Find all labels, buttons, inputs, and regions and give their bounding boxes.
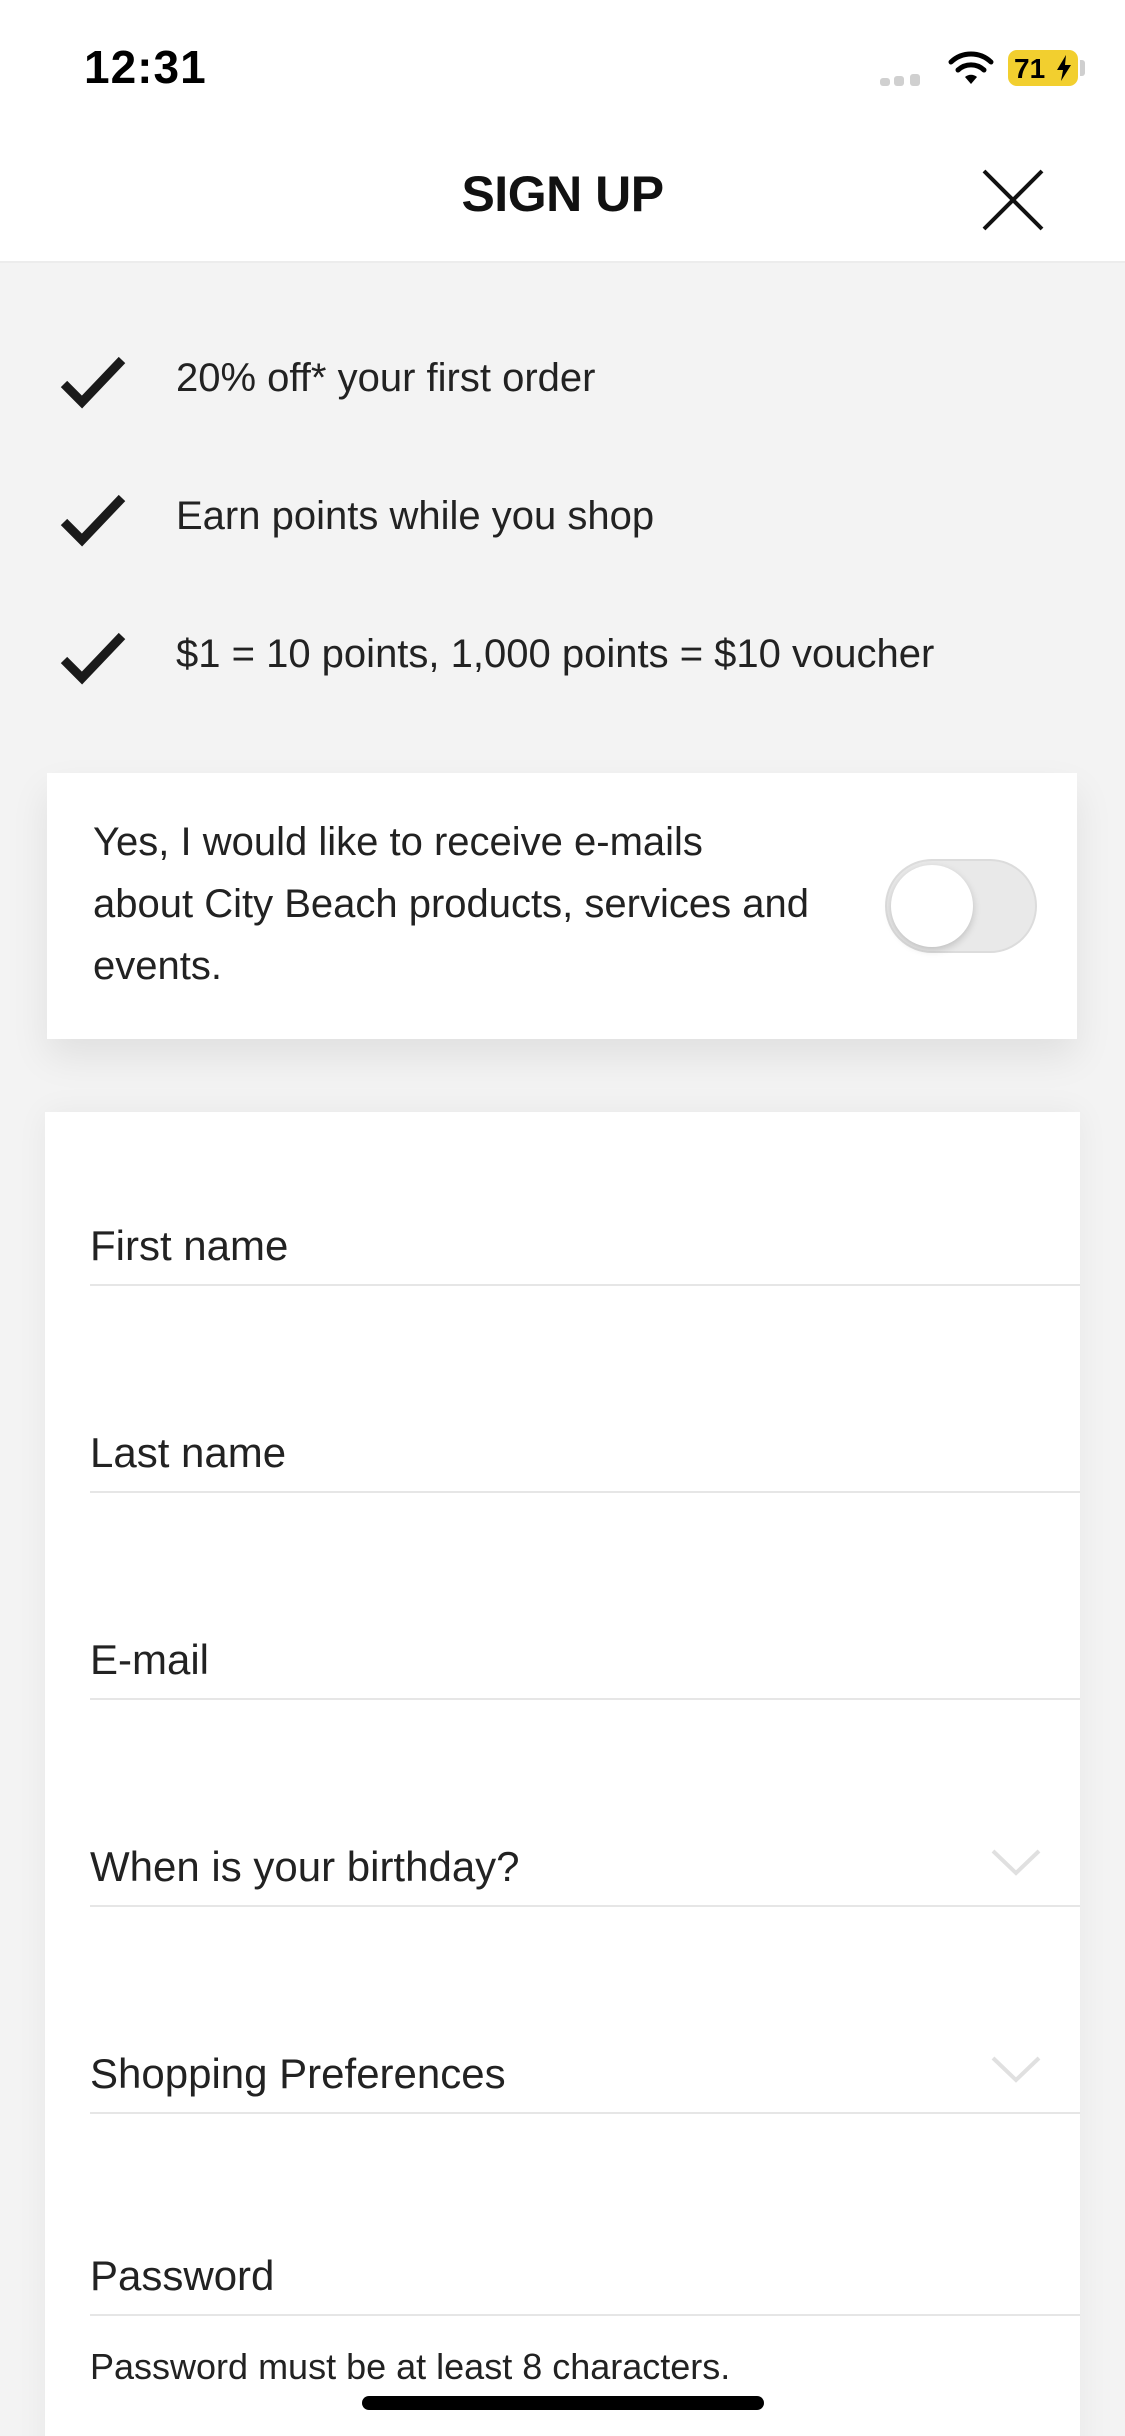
password-hint: Password must be at least 8 characters. — [90, 2346, 731, 2387]
toggle-knob — [891, 865, 973, 947]
benefit-text: Earn points while you shop — [176, 494, 655, 538]
page-title: SIGN UP — [461, 166, 664, 222]
email-label: E-mail — [90, 1636, 210, 1683]
last-name-field[interactable]: Last name — [90, 1393, 1080, 1493]
benefit-text: $1 = 10 points, 1,000 points = $10 vouch… — [176, 632, 935, 676]
cellular-signal-icon — [880, 74, 934, 86]
password-field[interactable]: Password — [90, 2216, 1080, 2316]
home-indicator — [362, 2396, 764, 2410]
benefit-item: 20% off* your first order — [0, 342, 1125, 422]
first-name-label: First name — [90, 1222, 289, 1269]
email-consent-text: Yes, I would like to receive e-mails abo… — [93, 820, 809, 988]
battery-cap — [1080, 60, 1085, 76]
battery-level: 71 — [1014, 53, 1046, 84]
first-name-field[interactable]: First name — [90, 1186, 1080, 1286]
status-bar: 12:31 71 — [0, 0, 1125, 135]
chevron-down-icon — [991, 1849, 1041, 1876]
chevron-down-icon — [991, 2056, 1041, 2083]
check-icon — [60, 632, 126, 685]
close-icon[interactable] — [978, 165, 1048, 235]
charging-bolt-icon — [1057, 55, 1071, 81]
shopping-preferences-label: Shopping Preferences — [90, 2050, 506, 2097]
email-consent-card: Yes, I would like to receive e-mails abo… — [47, 773, 1077, 1039]
wifi-icon — [948, 51, 994, 84]
email-field[interactable]: E-mail — [90, 1600, 1080, 1700]
birthday-label: When is your birthday? — [90, 1843, 520, 1890]
email-consent-toggle[interactable] — [885, 859, 1037, 953]
password-label: Password — [90, 2252, 275, 2299]
check-icon — [60, 356, 126, 409]
header: SIGN UP — [0, 135, 1125, 263]
benefit-item: $1 = 10 points, 1,000 points = $10 vouch… — [0, 618, 1125, 698]
battery-icon: 71 — [1008, 50, 1078, 86]
benefit-item: Earn points while you shop — [0, 480, 1125, 560]
shopping-preferences-select[interactable]: Shopping Preferences — [90, 2014, 1080, 2114]
last-name-label: Last name — [90, 1429, 287, 1476]
birthday-select[interactable]: When is your birthday? — [90, 1807, 1080, 1907]
benefit-text: 20% off* your first order — [176, 356, 596, 400]
status-time: 12:31 — [84, 41, 207, 93]
check-icon — [60, 494, 126, 547]
sign-up-form: First name Last name E-mail When is your… — [45, 1112, 1080, 2436]
sign-up-screen: 12:31 71 SIGN UP 20% off* your first ord… — [0, 0, 1125, 2436]
